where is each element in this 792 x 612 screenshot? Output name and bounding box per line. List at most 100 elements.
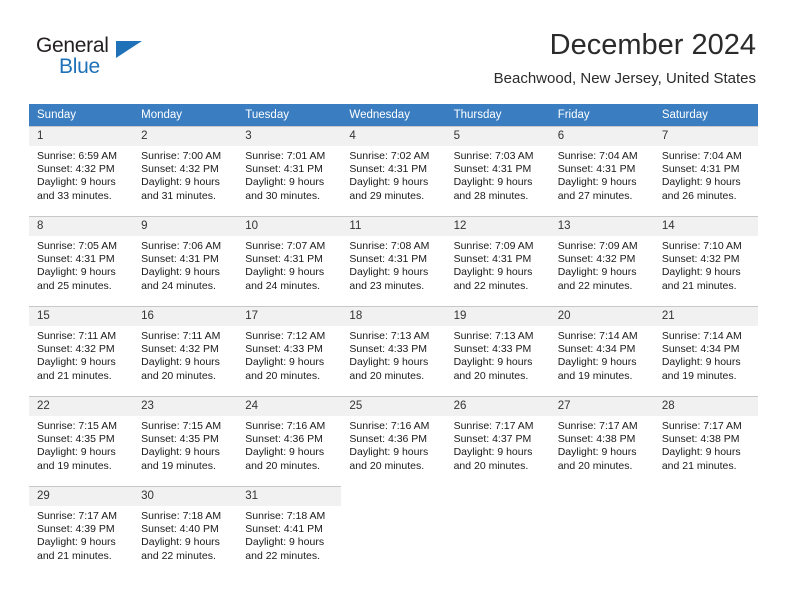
daylight-text-line2: and 19 minutes. [141, 459, 216, 472]
calendar-day-cell[interactable]: 22 Sunrise: 7:15 AM Sunset: 4:35 PM Dayligh… [29, 396, 134, 486]
day-details: Sunrise: 7:18 AM Sunset: 4:41 PM Daylight:… [237, 506, 341, 563]
daylight-text-line1: Daylight: 9 hours [453, 446, 533, 459]
sunrise-text: Sunrise: 7:11 AM [37, 330, 117, 342]
day-number [653, 486, 758, 506]
weekday-header-wednesday: Wednesday [341, 104, 446, 126]
daylight-text-line1: Daylight: 9 hours [245, 446, 325, 459]
sunrise-text: Sunrise: 7:16 AM [349, 420, 430, 432]
sunrise-text: Sunrise: 7:13 AM [453, 330, 534, 342]
sunrise-text: Sunrise: 7:15 AM [141, 420, 222, 432]
calendar-day-cell[interactable]: 28 Sunrise: 7:17 AM Sunset: 4:38 PM Dayligh… [653, 396, 758, 486]
sunrise-text: Sunrise: 7:15 AM [37, 420, 117, 432]
sunset-text: Sunset: 4:37 PM [453, 433, 532, 446]
daylight-text-line1: Daylight: 9 hours [661, 176, 741, 189]
calendar-day-cell[interactable]: 21 Sunrise: 7:14 AM Sunset: 4:34 PM Dayligh… [653, 306, 758, 396]
daylight-text-line2: and 20 minutes. [453, 369, 529, 382]
day-details: Sunrise: 7:05 AM Sunset: 4:31 PM Daylight:… [29, 236, 133, 293]
sunset-text: Sunset: 4:33 PM [245, 343, 323, 356]
calendar-day-cell[interactable]: 15 Sunrise: 7:11 AM Sunset: 4:32 PM Dayligh… [29, 306, 134, 396]
sunrise-text: Sunrise: 7:03 AM [453, 150, 534, 162]
sunset-text: Sunset: 4:31 PM [349, 253, 428, 266]
calendar-day-cell[interactable]: 23 Sunrise: 7:15 AM Sunset: 4:35 PM Dayligh… [133, 396, 238, 486]
day-details: Sunrise: 7:15 AM Sunset: 4:35 PM Daylight:… [29, 416, 133, 473]
day-number: 30 [133, 486, 238, 506]
sunset-text: Sunset: 4:32 PM [141, 163, 219, 176]
daylight-text-line1: Daylight: 9 hours [557, 266, 637, 279]
sunrise-text: Sunrise: 7:10 AM [661, 240, 742, 252]
daylight-text-line2: and 19 minutes. [661, 369, 737, 382]
sunrise-text: Sunrise: 7:09 AM [453, 240, 534, 252]
daylight-text-line1: Daylight: 9 hours [37, 356, 116, 369]
daylight-text-line1: Daylight: 9 hours [349, 356, 429, 369]
daylight-text-line1: Daylight: 9 hours [349, 176, 429, 189]
daylight-text-line2: and 20 minutes. [141, 369, 216, 382]
calendar-day-cell[interactable]: 3 Sunrise: 7:01 AM Sunset: 4:31 PM Daylight… [237, 126, 342, 216]
sunset-text: Sunset: 4:36 PM [349, 433, 428, 446]
daylight-text-line2: and 24 minutes. [245, 279, 320, 292]
title-block: December 2024 Beachwood, New Jersey, Uni… [494, 28, 756, 90]
day-details: Sunrise: 7:17 AM Sunset: 4:38 PM Daylight:… [550, 416, 654, 473]
day-details: Sunrise: 7:17 AM Sunset: 4:38 PM Daylight:… [654, 416, 758, 473]
calendar-day-cell[interactable]: 18 Sunrise: 7:13 AM Sunset: 4:33 PM Dayligh… [341, 306, 446, 396]
calendar-day-cell[interactable]: 17 Sunrise: 7:12 AM Sunset: 4:33 PM Dayligh… [237, 306, 342, 396]
sunset-text: Sunset: 4:31 PM [661, 163, 740, 176]
day-details: Sunrise: 7:07 AM Sunset: 4:31 PM Daylight:… [237, 236, 341, 293]
calendar-day-cell[interactable]: 13 Sunrise: 7:09 AM Sunset: 4:32 PM Dayligh… [549, 216, 654, 306]
weekday-header-saturday: Saturday [653, 104, 758, 126]
daylight-text-line2: and 24 minutes. [141, 279, 216, 292]
calendar-day-cell[interactable]: 31 Sunrise: 7:18 AM Sunset: 4:41 PM Dayligh… [237, 486, 342, 576]
day-number: 17 [237, 306, 342, 326]
calendar-day-cell[interactable]: 30 Sunrise: 7:18 AM Sunset: 4:40 PM Dayligh… [133, 486, 238, 576]
calendar-day-cell[interactable]: 2 Sunrise: 7:00 AM Sunset: 4:32 PM Daylight… [133, 126, 238, 216]
calendar-day-cell[interactable]: 19 Sunrise: 7:13 AM Sunset: 4:33 PM Dayligh… [445, 306, 550, 396]
daylight-text-line1: Daylight: 9 hours [661, 356, 741, 369]
calendar-day-cell[interactable]: 16 Sunrise: 7:11 AM Sunset: 4:32 PM Dayligh… [133, 306, 238, 396]
calendar-day-cell[interactable]: 5 Sunrise: 7:03 AM Sunset: 4:31 PM Daylight… [445, 126, 550, 216]
calendar-day-cell[interactable]: 11 Sunrise: 7:08 AM Sunset: 4:31 PM Dayligh… [341, 216, 446, 306]
calendar-day-cell[interactable]: 26 Sunrise: 7:17 AM Sunset: 4:37 PM Dayligh… [445, 396, 550, 486]
calendar-day-cell[interactable]: 27 Sunrise: 7:17 AM Sunset: 4:38 PM Dayligh… [549, 396, 654, 486]
daylight-text-line1: Daylight: 9 hours [141, 446, 220, 459]
calendar-day-cell[interactable]: 8 Sunrise: 7:05 AM Sunset: 4:31 PM Daylight… [29, 216, 134, 306]
calendar-week-row: 15 Sunrise: 7:11 AM Sunset: 4:32 PM Dayligh… [29, 306, 758, 396]
calendar-day-cell[interactable]: 1 Sunrise: 6:59 AM Sunset: 4:32 PM Daylight… [29, 126, 134, 216]
sunset-text: Sunset: 4:31 PM [349, 163, 428, 176]
calendar-day-cell[interactable]: 20 Sunrise: 7:14 AM Sunset: 4:34 PM Dayligh… [549, 306, 654, 396]
calendar-week-row: 22 Sunrise: 7:15 AM Sunset: 4:35 PM Dayligh… [29, 396, 758, 486]
daylight-text-line1: Daylight: 9 hours [37, 446, 116, 459]
calendar-day-cell[interactable]: 7 Sunrise: 7:04 AM Sunset: 4:31 PM Daylight… [653, 126, 758, 216]
daylight-text-line2: and 19 minutes. [37, 459, 112, 472]
sunset-text: Sunset: 4:32 PM [661, 253, 740, 266]
daylight-text-line2: and 29 minutes. [349, 189, 425, 202]
calendar-day-cell[interactable]: 9 Sunrise: 7:06 AM Sunset: 4:31 PM Daylight… [133, 216, 238, 306]
sunset-text: Sunset: 4:31 PM [245, 163, 323, 176]
calendar-day-cell[interactable]: 12 Sunrise: 7:09 AM Sunset: 4:31 PM Dayligh… [445, 216, 550, 306]
weekday-header-friday: Friday [549, 104, 654, 126]
daylight-text-line1: Daylight: 9 hours [37, 176, 116, 189]
day-number: 29 [29, 486, 134, 506]
calendar-day-cell[interactable]: 29 Sunrise: 7:17 AM Sunset: 4:39 PM Dayligh… [29, 486, 134, 576]
calendar-day-cell[interactable]: 24 Sunrise: 7:16 AM Sunset: 4:36 PM Dayligh… [237, 396, 342, 486]
sunrise-text: Sunrise: 7:01 AM [245, 150, 326, 162]
daylight-text-line1: Daylight: 9 hours [141, 356, 220, 369]
sunrise-text: Sunrise: 7:18 AM [141, 510, 222, 522]
day-number: 1 [29, 126, 134, 146]
sunrise-text: Sunrise: 7:05 AM [37, 240, 117, 252]
day-details: Sunrise: 7:11 AM Sunset: 4:32 PM Daylight:… [133, 326, 237, 383]
calendar-day-cell[interactable]: 14 Sunrise: 7:10 AM Sunset: 4:32 PM Dayligh… [653, 216, 758, 306]
daylight-text-line2: and 20 minutes. [349, 369, 425, 382]
daylight-text-line1: Daylight: 9 hours [453, 266, 533, 279]
calendar-day-cell[interactable]: 10 Sunrise: 7:07 AM Sunset: 4:31 PM Dayligh… [237, 216, 342, 306]
calendar-day-cell[interactable]: 6 Sunrise: 7:04 AM Sunset: 4:31 PM Daylight… [549, 126, 654, 216]
calendar-day-cell[interactable]: 4 Sunrise: 7:02 AM Sunset: 4:31 PM Daylight… [341, 126, 446, 216]
day-details: Sunrise: 7:18 AM Sunset: 4:40 PM Daylight:… [133, 506, 237, 563]
calendar-day-cell[interactable]: 25 Sunrise: 7:16 AM Sunset: 4:36 PM Dayligh… [341, 396, 446, 486]
day-details: Sunrise: 7:00 AM Sunset: 4:32 PM Daylight:… [133, 146, 237, 203]
day-details: Sunrise: 7:15 AM Sunset: 4:35 PM Daylight:… [133, 416, 237, 473]
page-title: December 2024 [549, 29, 756, 61]
weekday-header-thursday: Thursday [445, 104, 550, 126]
page-header: General Blue December 2024 Beachwood, Ne… [0, 0, 792, 103]
calendar-week-row: 29 Sunrise: 7:17 AM Sunset: 4:39 PM Dayligh… [29, 486, 758, 576]
sunset-text: Sunset: 4:32 PM [557, 253, 636, 266]
sunrise-text: Sunrise: 7:09 AM [557, 240, 638, 252]
